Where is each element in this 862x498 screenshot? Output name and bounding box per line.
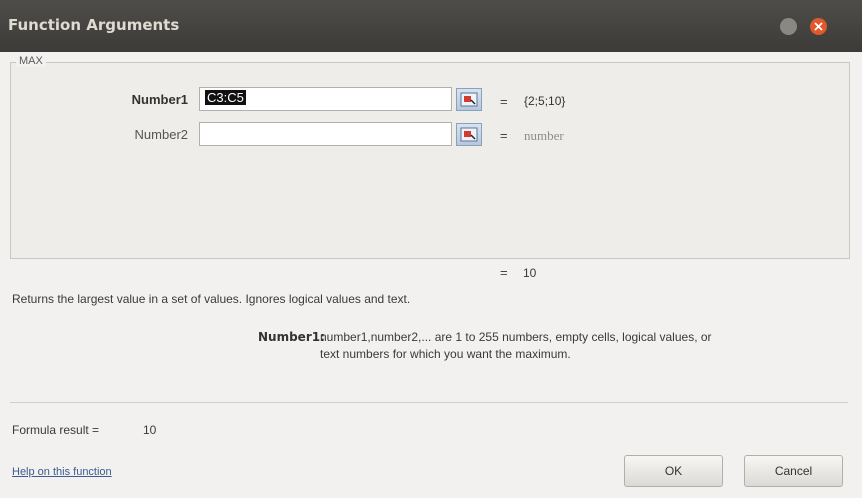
help-link[interactable]: Help on this function — [12, 466, 112, 478]
title-bar[interactable]: Function Arguments — [0, 0, 862, 52]
function-arguments-dialog: Function Arguments MAX Number1 C3:C5 = {… — [0, 0, 862, 498]
number1-equals: = — [500, 94, 508, 109]
ok-button[interactable]: OK — [624, 455, 723, 487]
number2-collapse-button[interactable] — [456, 123, 482, 146]
number1-value: C3:C5 — [205, 90, 246, 105]
cancel-button[interactable]: Cancel — [744, 455, 843, 487]
number1-input[interactable]: C3:C5 — [199, 87, 452, 111]
function-result: 10 — [523, 266, 537, 280]
formula-result-label: Formula result = — [12, 423, 100, 437]
argument-help-name: Number1: — [258, 330, 325, 344]
number2-result: number — [524, 128, 564, 143]
function-name: MAX — [16, 55, 46, 67]
cell-reference-icon — [460, 127, 478, 142]
minimize-button[interactable] — [780, 18, 797, 35]
result-equals: = — [500, 265, 508, 280]
formula-result-value: 10 — [143, 423, 157, 437]
dialog-title: Function Arguments — [8, 16, 180, 34]
number1-result: {2;5;10} — [524, 94, 566, 108]
close-icon — [814, 22, 823, 31]
close-button[interactable] — [810, 18, 827, 35]
function-description: Returns the largest value in a set of va… — [12, 292, 411, 306]
number1-collapse-button[interactable] — [456, 88, 482, 111]
argument-help-line1: number1,number2,... are 1 to 255 numbers… — [320, 330, 712, 344]
number2-label: Number2 — [134, 127, 188, 142]
number2-equals: = — [500, 128, 508, 143]
separator — [10, 402, 848, 403]
number2-input[interactable] — [199, 122, 452, 146]
number1-label: Number1 — [131, 92, 188, 107]
argument-help-line2: text numbers for which you want the maxi… — [320, 347, 571, 361]
cell-reference-icon — [460, 92, 478, 107]
